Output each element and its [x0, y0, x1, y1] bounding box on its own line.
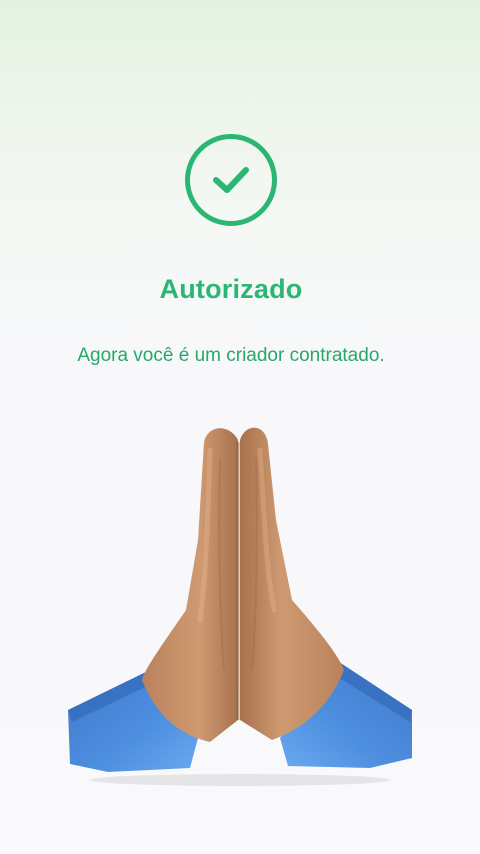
authorization-success-screen: Autorizado Agora você é um criador contr… [0, 0, 480, 854]
folded-hands-icon [60, 420, 420, 790]
status-title: Autorizado [159, 274, 303, 304]
check-circle-icon [183, 132, 279, 228]
status-message: Agora você é um criador contratado. [77, 345, 385, 366]
